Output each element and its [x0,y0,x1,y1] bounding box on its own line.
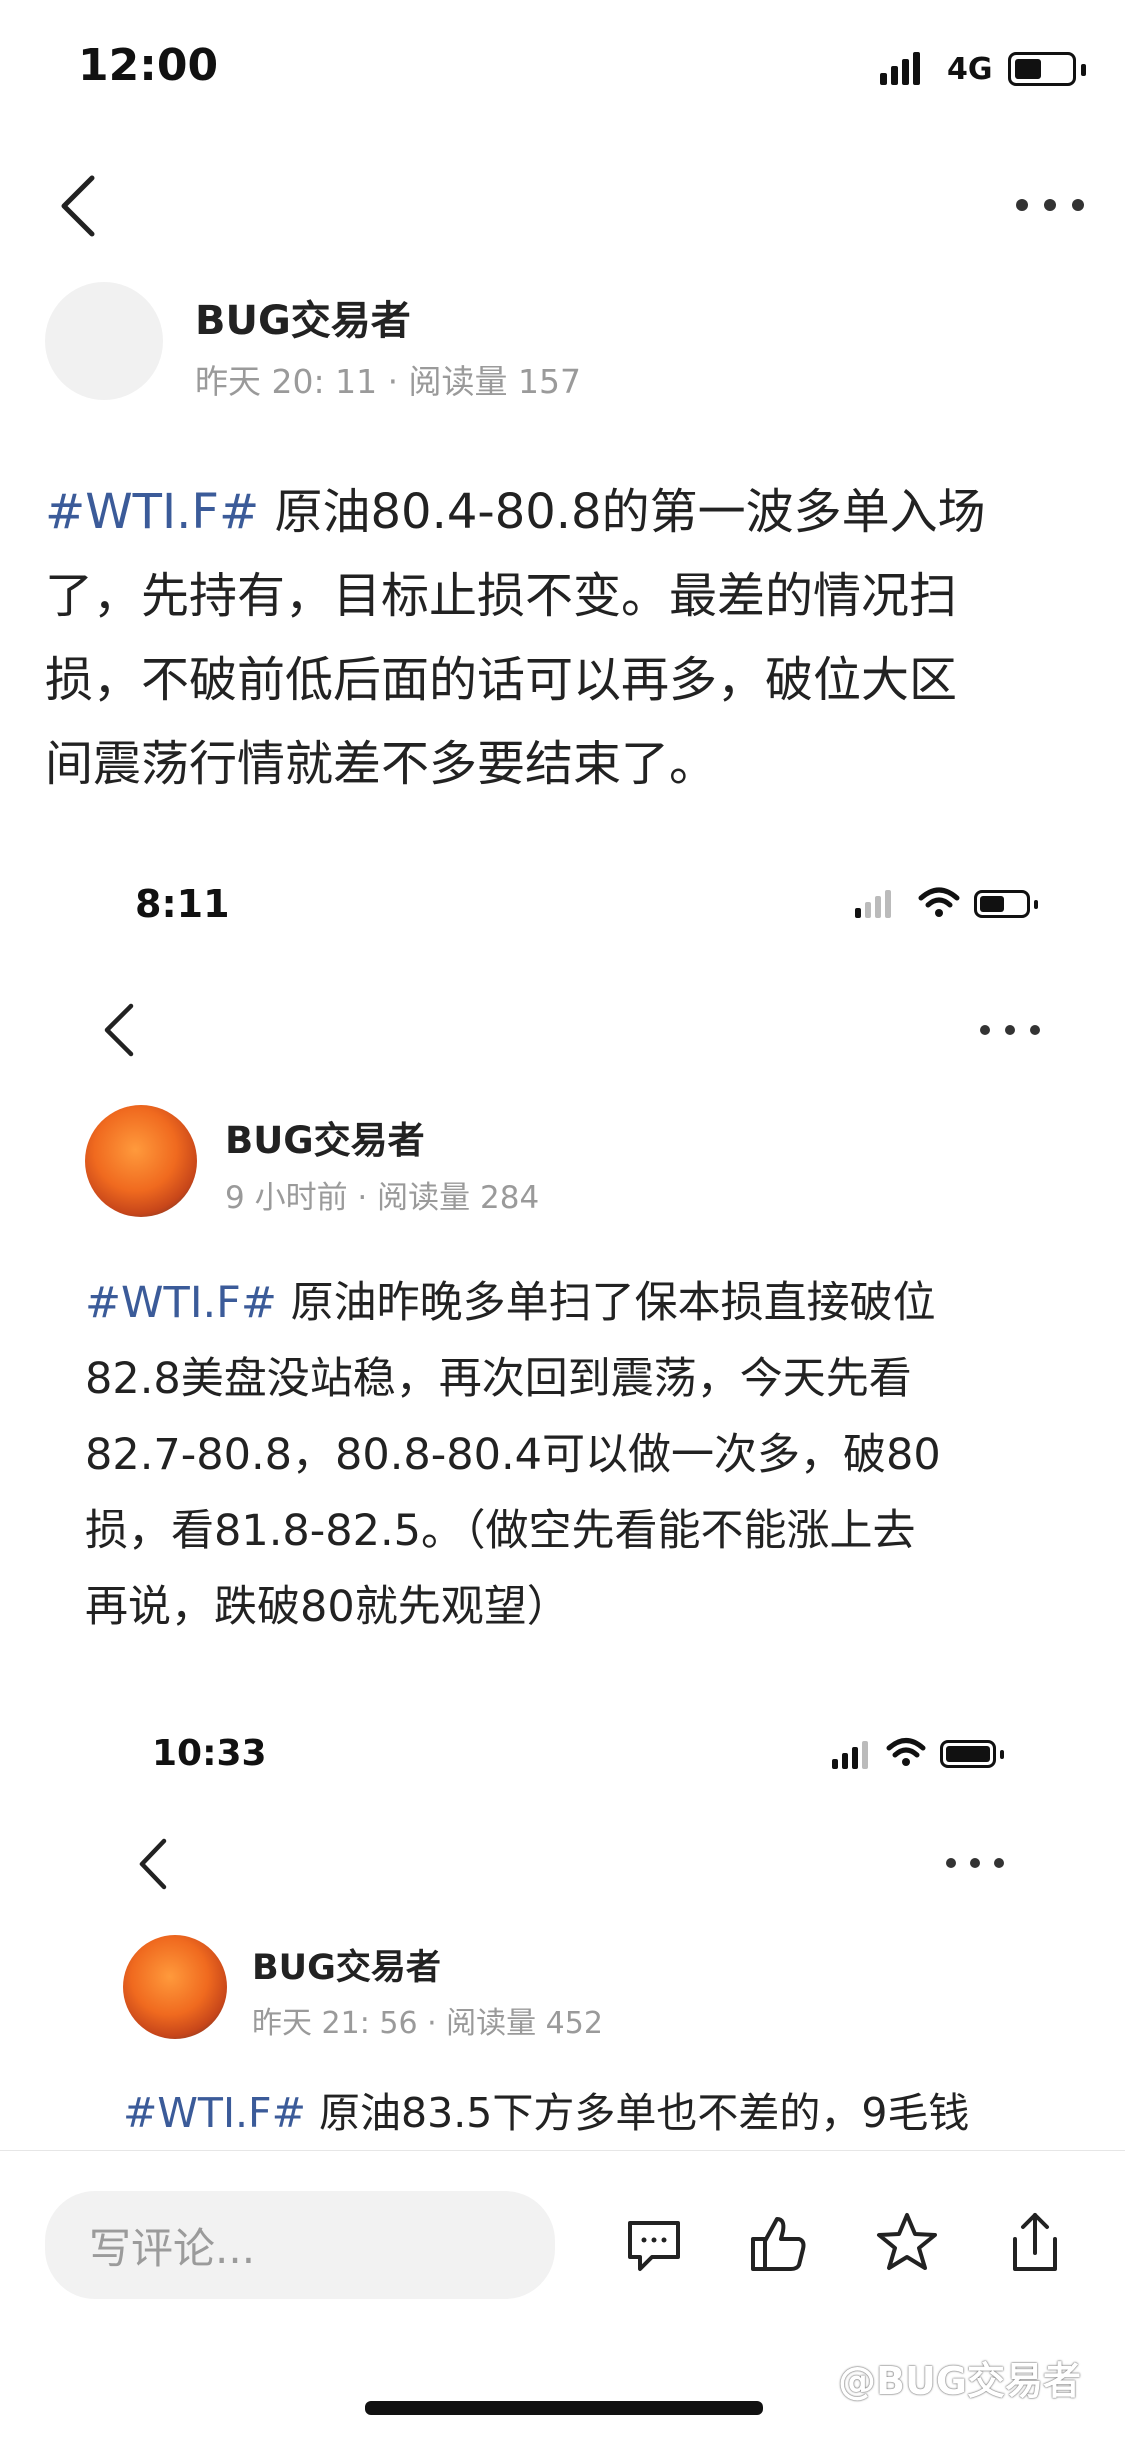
post-line-3: 损，不破前低后面的话可以再多，破位大区 [45,652,958,708]
screenshot-2-meta: 昨天 21: 56 · 阅读量 452 [252,2006,603,2041]
screenshot-2-author: BUG交易者 [252,1948,441,1988]
post-body: #WTI.F# 原油80.4-80.8的第一波多单入场 了，先持有，目标止损不变… [45,470,1095,806]
embedded-screenshot-1: 8:11 BUG交易者 9 小时前 · 阅读量 284 #WTI.F# 原油昨晚… [0,860,1125,1660]
network-label: 4G [947,52,993,87]
status-time: 12:00 [78,40,219,91]
post-line-4: 间震荡行情就差不多要结束了。 [45,736,718,792]
signal-icon [880,52,924,86]
author-avatar[interactable] [45,282,163,400]
comment-icon [628,2221,680,2271]
post-meta: 昨天 20: 11 · 阅读量 157 [195,362,582,401]
screenshot-1-line-5: 再说，跌破80就先观望） [85,1582,570,1632]
screenshot-1-line-3: 82.7-80.8，80.8-80.4可以做一次多，破80 [85,1430,941,1480]
screenshot-1-line-2: 82.8美盘没站稳，再次回到震荡，今天先看 [85,1354,912,1404]
more-dots-icon [1016,199,1084,211]
comment-button[interactable] [622,2213,686,2277]
screenshot-2-battery-icon [940,1740,1004,1768]
screenshot-2-wifi-icon [886,1738,926,1766]
embedded-screenshot-2: 10:33 BUG交易者 昨天 21: 56 · 阅读量 452 #WTI.F#… [0,1715,1125,2145]
screenshot-1-body: #WTI.F# 原油昨晚多单扫了保本损直接破位 82.8美盘没站稳，再次回到震荡… [85,1265,1085,1645]
screenshot-1-meta: 9 小时前 · 阅读量 284 [225,1180,540,1216]
like-icon [751,2217,806,2271]
screenshot-2-signal-icon [832,1741,872,1769]
screenshot-1-line-4: 损，看81.8-82.5。（做空先看能不能涨上去 [85,1506,916,1556]
home-indicator [365,2401,763,2415]
watermark: @BUG交易者 [838,2350,1081,2405]
screenshot-1-avatar [85,1105,197,1217]
screenshot-1-time: 8:11 [135,882,230,926]
comment-placeholder: 写评论... [89,2223,256,2273]
author-name[interactable]: BUG交易者 [195,288,411,346]
screenshot-1-chevron-left-icon [104,1003,134,1057]
screenshot-1-line-1: #WTI.F# 原油昨晚多单扫了保本损直接破位 [85,1278,936,1328]
screenshot-1-battery-icon [974,890,1038,918]
screenshot-1-more-dots-icon [980,1025,1040,1035]
post-hashtag[interactable]: #WTI.F# [45,484,259,540]
post-line-1: #WTI.F# 原油80.4-80.8的第一波多单入场 [45,484,986,540]
back-button[interactable] [50,170,110,240]
share-button[interactable] [1003,2209,1067,2277]
screenshot-2-chevron-left-icon [139,1838,167,1890]
share-icon [1013,2213,1057,2271]
chevron-left-icon [61,175,95,237]
screenshot-2-avatar [123,1935,227,2039]
screenshot-2-body: #WTI.F# 原油83.5下方多单也不差的，9毛钱 [123,2089,970,2137]
more-button[interactable] [1010,190,1090,220]
star-icon [877,2213,937,2270]
watermark-text: @BUG交易者 [838,2359,1082,2403]
post-line-2: 了，先持有，目标止损不变。最差的情况扫 [45,568,958,624]
screenshot-2-more-dots-icon [946,1858,1004,1868]
battery-icon [1008,52,1086,86]
screenshot-2-hashtag: #WTI.F# [123,2089,306,2137]
favorite-button[interactable] [873,2209,941,2277]
screenshot-1-signal-icon [855,890,895,918]
like-button[interactable] [745,2211,811,2277]
screenshot-1-hashtag: #WTI.F# [85,1278,277,1328]
screenshot-1-wifi-icon [918,887,960,917]
screenshot-1-author: BUG交易者 [225,1119,425,1162]
comment-input[interactable]: 写评论... [45,2191,555,2299]
screenshot-2-time: 10:33 [152,1733,267,1774]
